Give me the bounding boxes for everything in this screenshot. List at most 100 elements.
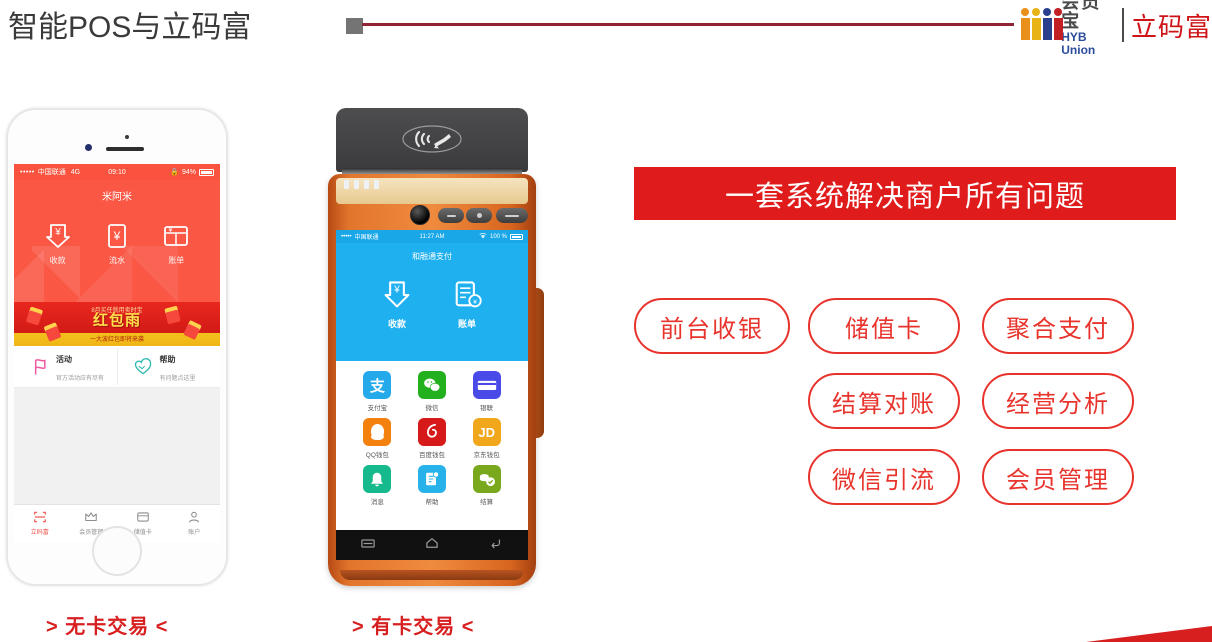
feature-pill-storedcard[interactable]: 储值卡 bbox=[808, 298, 960, 354]
pos-bottom-chin bbox=[340, 570, 524, 580]
battery-icon bbox=[510, 233, 523, 240]
bill-icon: ¥ bbox=[450, 278, 484, 312]
phone-shortcut-activity[interactable]: 活动 官方活动应有尽有 bbox=[14, 349, 117, 385]
pos-camera-icon bbox=[410, 205, 430, 225]
pos-app-label: 银联 bbox=[480, 405, 494, 412]
logo-separator bbox=[1122, 8, 1124, 42]
baidu-wallet-icon bbox=[417, 418, 446, 446]
logo-chinese-name: 会员宝 bbox=[1061, 0, 1102, 31]
pos-action-receive[interactable]: ¥ 收款 bbox=[380, 278, 414, 330]
pos-printer-lid bbox=[336, 108, 528, 172]
pos-app-title: 和融通支付 bbox=[412, 252, 452, 261]
pos-app-label: 结算 bbox=[480, 499, 494, 506]
pos-led-indicators bbox=[344, 180, 379, 189]
phone-shortcut-help[interactable]: 帮助 有问题点这里 bbox=[116, 348, 221, 385]
phone-caption: > 无卡交易 < bbox=[46, 616, 169, 638]
alipay-icon: 支 bbox=[363, 371, 392, 399]
pos-button-middle[interactable] bbox=[466, 208, 492, 223]
phone-shortcut-row: 活动 官方活动应有尽有 帮助 有问题点这里 bbox=[14, 346, 220, 388]
pos-action-label: 账单 bbox=[457, 319, 476, 329]
pos-app-message[interactable]: 消息 bbox=[350, 465, 405, 506]
feature-pill-settlement[interactable]: 结算对账 bbox=[808, 373, 960, 429]
receive-money-icon: ¥ bbox=[43, 221, 73, 251]
svg-text:¥: ¥ bbox=[54, 227, 61, 238]
transaction-flow-icon: ¥ bbox=[102, 221, 132, 251]
shortcut-title: 活动 bbox=[56, 354, 72, 364]
phone-action-bill[interactable]: ¥ 账单 bbox=[161, 221, 191, 266]
phone-promo-banner[interactable]: 8月买任就用卖时宝 红包雨 一大波红包即将来袭 bbox=[14, 302, 220, 346]
battery-icon bbox=[199, 168, 214, 176]
phone-action-flow[interactable]: ¥ 流水 bbox=[102, 221, 132, 266]
pos-terminal-mockup: ••••• 中国联通 11:27 AM 100 % 和融通支付 ¥ 收款 ¥ 账… bbox=[326, 108, 544, 586]
page-title: 智能POS与立码富 bbox=[8, 11, 252, 44]
feature-pill-cashier[interactable]: 前台收银 bbox=[634, 298, 790, 354]
phone-action-receive[interactable]: ¥ 收款 bbox=[43, 221, 73, 266]
phone-sensor-icon bbox=[125, 135, 129, 139]
pos-app-help[interactable]: 帮助 bbox=[405, 465, 460, 506]
feature-pill-analytics[interactable]: 经营分析 bbox=[982, 373, 1134, 429]
handshake-icon bbox=[132, 356, 154, 378]
phone-tab-account[interactable]: 账户 bbox=[169, 505, 221, 542]
back-icon[interactable] bbox=[489, 536, 503, 554]
slide-root: 智能POS与立码富 会员宝 HYB Union 立码富 ••••• 中国联通 4… bbox=[0, 0, 1212, 642]
pos-app-label: 帮助 bbox=[425, 499, 439, 506]
corner-accent-wedge bbox=[1086, 626, 1212, 642]
pos-nav-bar bbox=[336, 530, 528, 560]
phone-screen: ••••• 中国联通 4G 09:10 🔒 94% 米阿米 ¥ 收款 ¥ 流水 … bbox=[14, 164, 220, 542]
pos-screen: ••••• 中国联通 11:27 AM 100 % 和融通支付 ¥ 收款 ¥ 账… bbox=[336, 230, 528, 530]
pos-body: ••••• 中国联通 11:27 AM 100 % 和融通支付 ¥ 收款 ¥ 账… bbox=[328, 174, 536, 586]
menu-icon[interactable] bbox=[361, 536, 375, 554]
status-clock: 09:10 bbox=[108, 168, 126, 176]
shortcut-title: 帮助 bbox=[159, 354, 176, 364]
phone-tab-label: 立码富 bbox=[30, 530, 49, 536]
phone-app-title: 米阿米 bbox=[102, 192, 132, 203]
pos-app-wechat[interactable]: 微信 bbox=[405, 371, 460, 412]
header-divider-line bbox=[362, 23, 1014, 26]
phone-action-row: ¥ 收款 ¥ 流水 ¥ 账单 bbox=[14, 203, 220, 266]
bell-icon bbox=[363, 465, 392, 493]
header-square-marker bbox=[346, 18, 363, 34]
contactless-nfc-icon bbox=[396, 122, 468, 156]
pos-app-baiduwallet[interactable]: 百度钱包 bbox=[405, 418, 460, 459]
user-icon bbox=[169, 510, 221, 524]
phone-camera-icon bbox=[85, 144, 92, 151]
pos-app-unionpay[interactable]: 银联 bbox=[459, 371, 514, 412]
pos-action-bill[interactable]: ¥ 账单 bbox=[450, 278, 484, 330]
shortcut-sub: 官方活动应有尽有 bbox=[56, 375, 105, 382]
bill-icon: ¥ bbox=[161, 221, 191, 251]
pos-action-label: 收款 bbox=[387, 319, 406, 329]
pos-caption: > 有卡交易 < bbox=[352, 616, 475, 638]
feature-pill-wechatdrainage[interactable]: 微信引流 bbox=[808, 449, 960, 505]
promo-title: 红包雨 bbox=[92, 312, 141, 329]
pos-button-right[interactable] bbox=[496, 208, 528, 223]
pos-hero-section: 和融通支付 ¥ 收款 ¥ 账单 bbox=[336, 243, 528, 361]
scan-icon bbox=[14, 510, 66, 524]
phone-home-button[interactable] bbox=[92, 526, 142, 576]
svg-text:¥: ¥ bbox=[113, 229, 121, 243]
logo-english-name: HYB Union bbox=[1061, 30, 1096, 57]
pos-app-label: 消息 bbox=[370, 499, 384, 506]
pos-app-label: 微信 bbox=[425, 405, 439, 412]
feature-pill-membership[interactable]: 会员管理 bbox=[982, 449, 1134, 505]
home-icon[interactable] bbox=[425, 536, 439, 554]
settlement-icon bbox=[472, 465, 501, 493]
pos-app-label: 百度钱包 bbox=[418, 452, 445, 459]
pos-button-left[interactable] bbox=[438, 208, 464, 223]
pos-app-jdwallet[interactable]: JD 京东钱包 bbox=[459, 418, 514, 459]
help-doc-icon bbox=[417, 465, 446, 493]
pos-app-settlement[interactable]: 结算 bbox=[459, 465, 514, 506]
card-icon bbox=[117, 510, 169, 524]
phone-empty-area bbox=[14, 388, 220, 512]
pos-app-label: QQ钱包 bbox=[365, 452, 389, 459]
phone-tab-lmf[interactable]: 立码富 bbox=[14, 505, 66, 542]
phone-status-bar: ••••• 中国联通 4G 09:10 🔒 94% bbox=[14, 164, 220, 180]
phone-tab-label: 账户 bbox=[188, 530, 201, 536]
shortcut-sub: 有问题点这里 bbox=[159, 375, 196, 382]
pos-app-alipay[interactable]: 支 支付宝 bbox=[350, 371, 405, 412]
pos-app-qqwallet[interactable]: QQ钱包 bbox=[350, 418, 405, 459]
unionpay-icon bbox=[472, 371, 501, 399]
receive-money-icon: ¥ bbox=[380, 278, 414, 312]
brand-logo: 会员宝 HYB Union 立码富 bbox=[1020, 0, 1212, 57]
jd-wallet-icon: JD bbox=[472, 418, 501, 446]
feature-pill-aggregatepay[interactable]: 聚合支付 bbox=[982, 298, 1134, 354]
